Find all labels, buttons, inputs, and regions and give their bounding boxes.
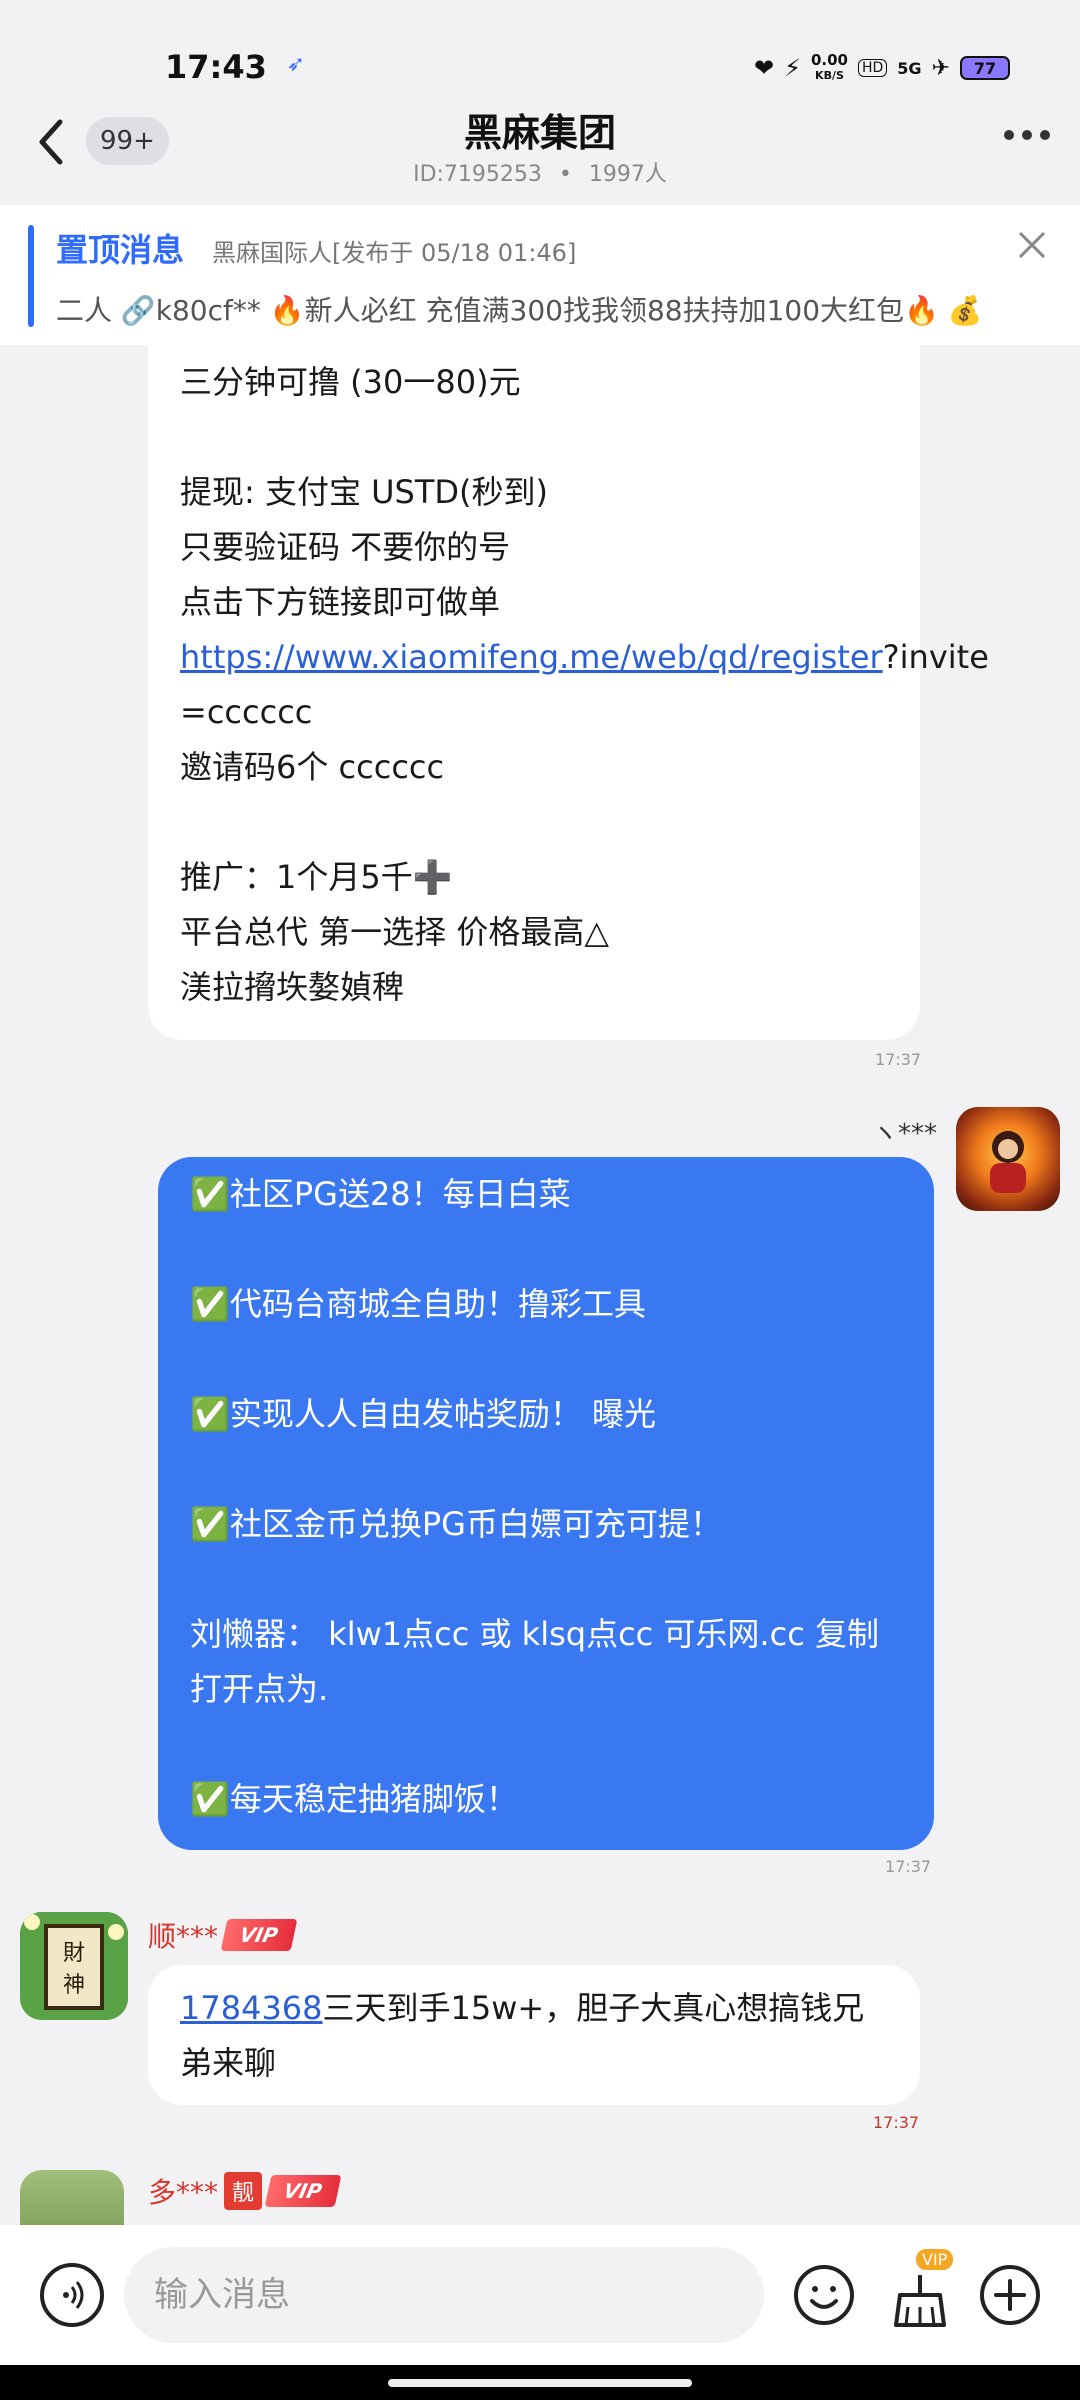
chat-header: 99+ 黑麻集团 ID:7195253 • 1997人 bbox=[0, 92, 1080, 202]
separator-dot: • bbox=[558, 162, 572, 187]
message-line: 打开点为. bbox=[190, 1670, 329, 1708]
plus-icon[interactable] bbox=[978, 2263, 1042, 2327]
home-indicator[interactable] bbox=[388, 2379, 692, 2387]
pinned-text: 二人 🔗k80cf** 🔥新人必红 充值满300找我领88扶持加100大红包🔥 … bbox=[56, 294, 983, 327]
message-line bbox=[180, 795, 888, 850]
vip-tag: VIP bbox=[916, 2249, 954, 2270]
message-line: 邀请码6个 cccccc bbox=[180, 748, 445, 786]
more-options-icon[interactable] bbox=[1004, 130, 1050, 140]
message-line: 只要验证码 不要你的号 bbox=[180, 528, 511, 566]
pinned-meta: 黑麻国际人[发布于 05/18 01:46] bbox=[212, 239, 577, 267]
message-time: 17:37 bbox=[875, 1050, 922, 1069]
message-line: 提现: 支付宝 USTD(秒到) bbox=[180, 473, 549, 511]
message-line bbox=[180, 410, 888, 465]
message-line bbox=[190, 1552, 902, 1607]
status-time: 17:43 bbox=[165, 48, 267, 86]
message-line bbox=[190, 1222, 902, 1277]
liang-badge: 靓 bbox=[224, 2172, 263, 2210]
battery-icon: 77 bbox=[960, 56, 1010, 80]
pin-accent-bar bbox=[28, 225, 34, 327]
sender-nick: 多*** bbox=[148, 2176, 219, 2209]
message-time: 17:37 bbox=[873, 2113, 920, 2132]
signal-icon: ✈ bbox=[931, 55, 950, 81]
heart-signal-icon: ❤ bbox=[754, 54, 775, 82]
avatar-sign-icon: 財 神 bbox=[20, 1912, 128, 2020]
message-line bbox=[190, 1332, 902, 1387]
pinned-message[interactable]: 置顶消息 黑麻国际人[发布于 05/18 01:46] 二人 🔗k80cf** … bbox=[0, 205, 1080, 345]
net-speed: 0.00 KB/S bbox=[810, 51, 848, 82]
close-icon[interactable] bbox=[1014, 227, 1050, 263]
svg-text:神: 神 bbox=[63, 1973, 85, 1998]
message-input[interactable] bbox=[124, 2247, 764, 2343]
avatar[interactable] bbox=[20, 2170, 124, 2225]
message-line bbox=[190, 1442, 902, 1497]
avatar[interactable] bbox=[956, 1107, 1060, 1211]
sender-nick-row: 多*** 靓 VIP bbox=[148, 2171, 341, 2211]
chat-area[interactable]: 三分钟可撸 (30一80)元 提现: 支付宝 USTD(秒到) 只要验证码 不要… bbox=[0, 345, 1080, 2225]
input-bar: VIP bbox=[0, 2225, 1080, 2365]
message-line: 三分钟可撸 (30一80)元 bbox=[180, 363, 521, 401]
sender-nick: 顺*** bbox=[148, 1920, 219, 1953]
svg-text:財: 財 bbox=[63, 1941, 85, 1966]
message-line: ✅代码台商城全自助！撸彩工具 bbox=[190, 1285, 646, 1323]
sender-nick-row: 顺*** VIP bbox=[148, 1915, 297, 1955]
message-line: 弟来聊 bbox=[180, 2044, 277, 2082]
message-line: 推广：1个月5千➕ bbox=[180, 858, 453, 896]
vip-badge: VIP bbox=[264, 2175, 341, 2207]
message-line: =cccccc bbox=[180, 693, 313, 731]
message-line: ✅社区金币兑换PG币白嫖可充可提！ bbox=[190, 1505, 722, 1543]
message-bubble[interactable]: 三分钟可撸 (30一80)元 提现: 支付宝 USTD(秒到) 只要验证码 不要… bbox=[148, 345, 989, 1040]
bolt-icon: ⚡ bbox=[784, 54, 801, 82]
status-icons: ➶ ❤ ⚡ 0.00 KB/S HD 5G ✈ 77 bbox=[287, 51, 1010, 84]
member-count: 1997人 bbox=[588, 162, 667, 187]
message-line bbox=[190, 1717, 902, 1772]
network-label: 5G bbox=[897, 58, 922, 78]
voice-icon[interactable] bbox=[40, 2263, 104, 2327]
avatar-figure-icon bbox=[990, 1131, 1026, 1193]
vip-badge: VIP bbox=[220, 1919, 297, 1951]
group-id: ID:7195253 bbox=[413, 162, 542, 187]
message-line: 点击下方链接即可做单 bbox=[180, 583, 501, 621]
message-line: 1784368三天到手15w+，胆子大真心想搞钱兄 bbox=[180, 1989, 865, 2027]
group-title: 黑麻集团 bbox=[463, 111, 616, 155]
register-link[interactable]: https://www.xiaomifeng.me/web/qd/registe… bbox=[180, 638, 883, 676]
mention-link[interactable]: 1784368 bbox=[180, 1989, 323, 2027]
sender-nick: ヽ*** bbox=[872, 1119, 938, 1149]
message-bubble[interactable]: 1784368三天到手15w+，胆子大真心想搞钱兄 弟来聊 bbox=[148, 1965, 920, 2105]
message-time: 17:37 bbox=[885, 1857, 932, 1876]
message-line: 刘懒器： klw1点cc 或 klsq点cc 可乐网.cc 复制 bbox=[190, 1615, 879, 1653]
navigation-bar bbox=[0, 2365, 1080, 2400]
message-line: 渼拉搚垁嫯媜稗 bbox=[180, 968, 405, 1006]
message-line: ✅每天稳定抽猪脚饭！ bbox=[190, 1780, 518, 1818]
hd-icon: HD bbox=[857, 59, 888, 77]
vip-gift-button[interactable]: VIP bbox=[884, 2249, 956, 2331]
message-line: ✅社区PG送28！每日白菜 bbox=[190, 1175, 571, 1213]
message-line: 平台总代 第一选择 价格最高△ bbox=[180, 913, 609, 951]
message-link-line: https://www.xiaomifeng.me/web/qd/registe… bbox=[180, 638, 989, 676]
message-bubble-own[interactable]: ✅社区PG送28！每日白菜 ✅代码台商城全自助！撸彩工具 ✅实现人人自由发帖奖励… bbox=[158, 1157, 934, 1850]
avatar[interactable]: 財 神 bbox=[20, 1912, 128, 2020]
bird-icon: ➶ bbox=[286, 52, 305, 77]
message-line: ✅实现人人自由发帖奖励！ 曝光 bbox=[190, 1395, 657, 1433]
group-subtitle: ID:7195253 • 1997人 bbox=[0, 156, 1080, 188]
emoji-icon[interactable] bbox=[792, 2263, 856, 2327]
pinned-label: 置顶消息 bbox=[56, 231, 185, 269]
